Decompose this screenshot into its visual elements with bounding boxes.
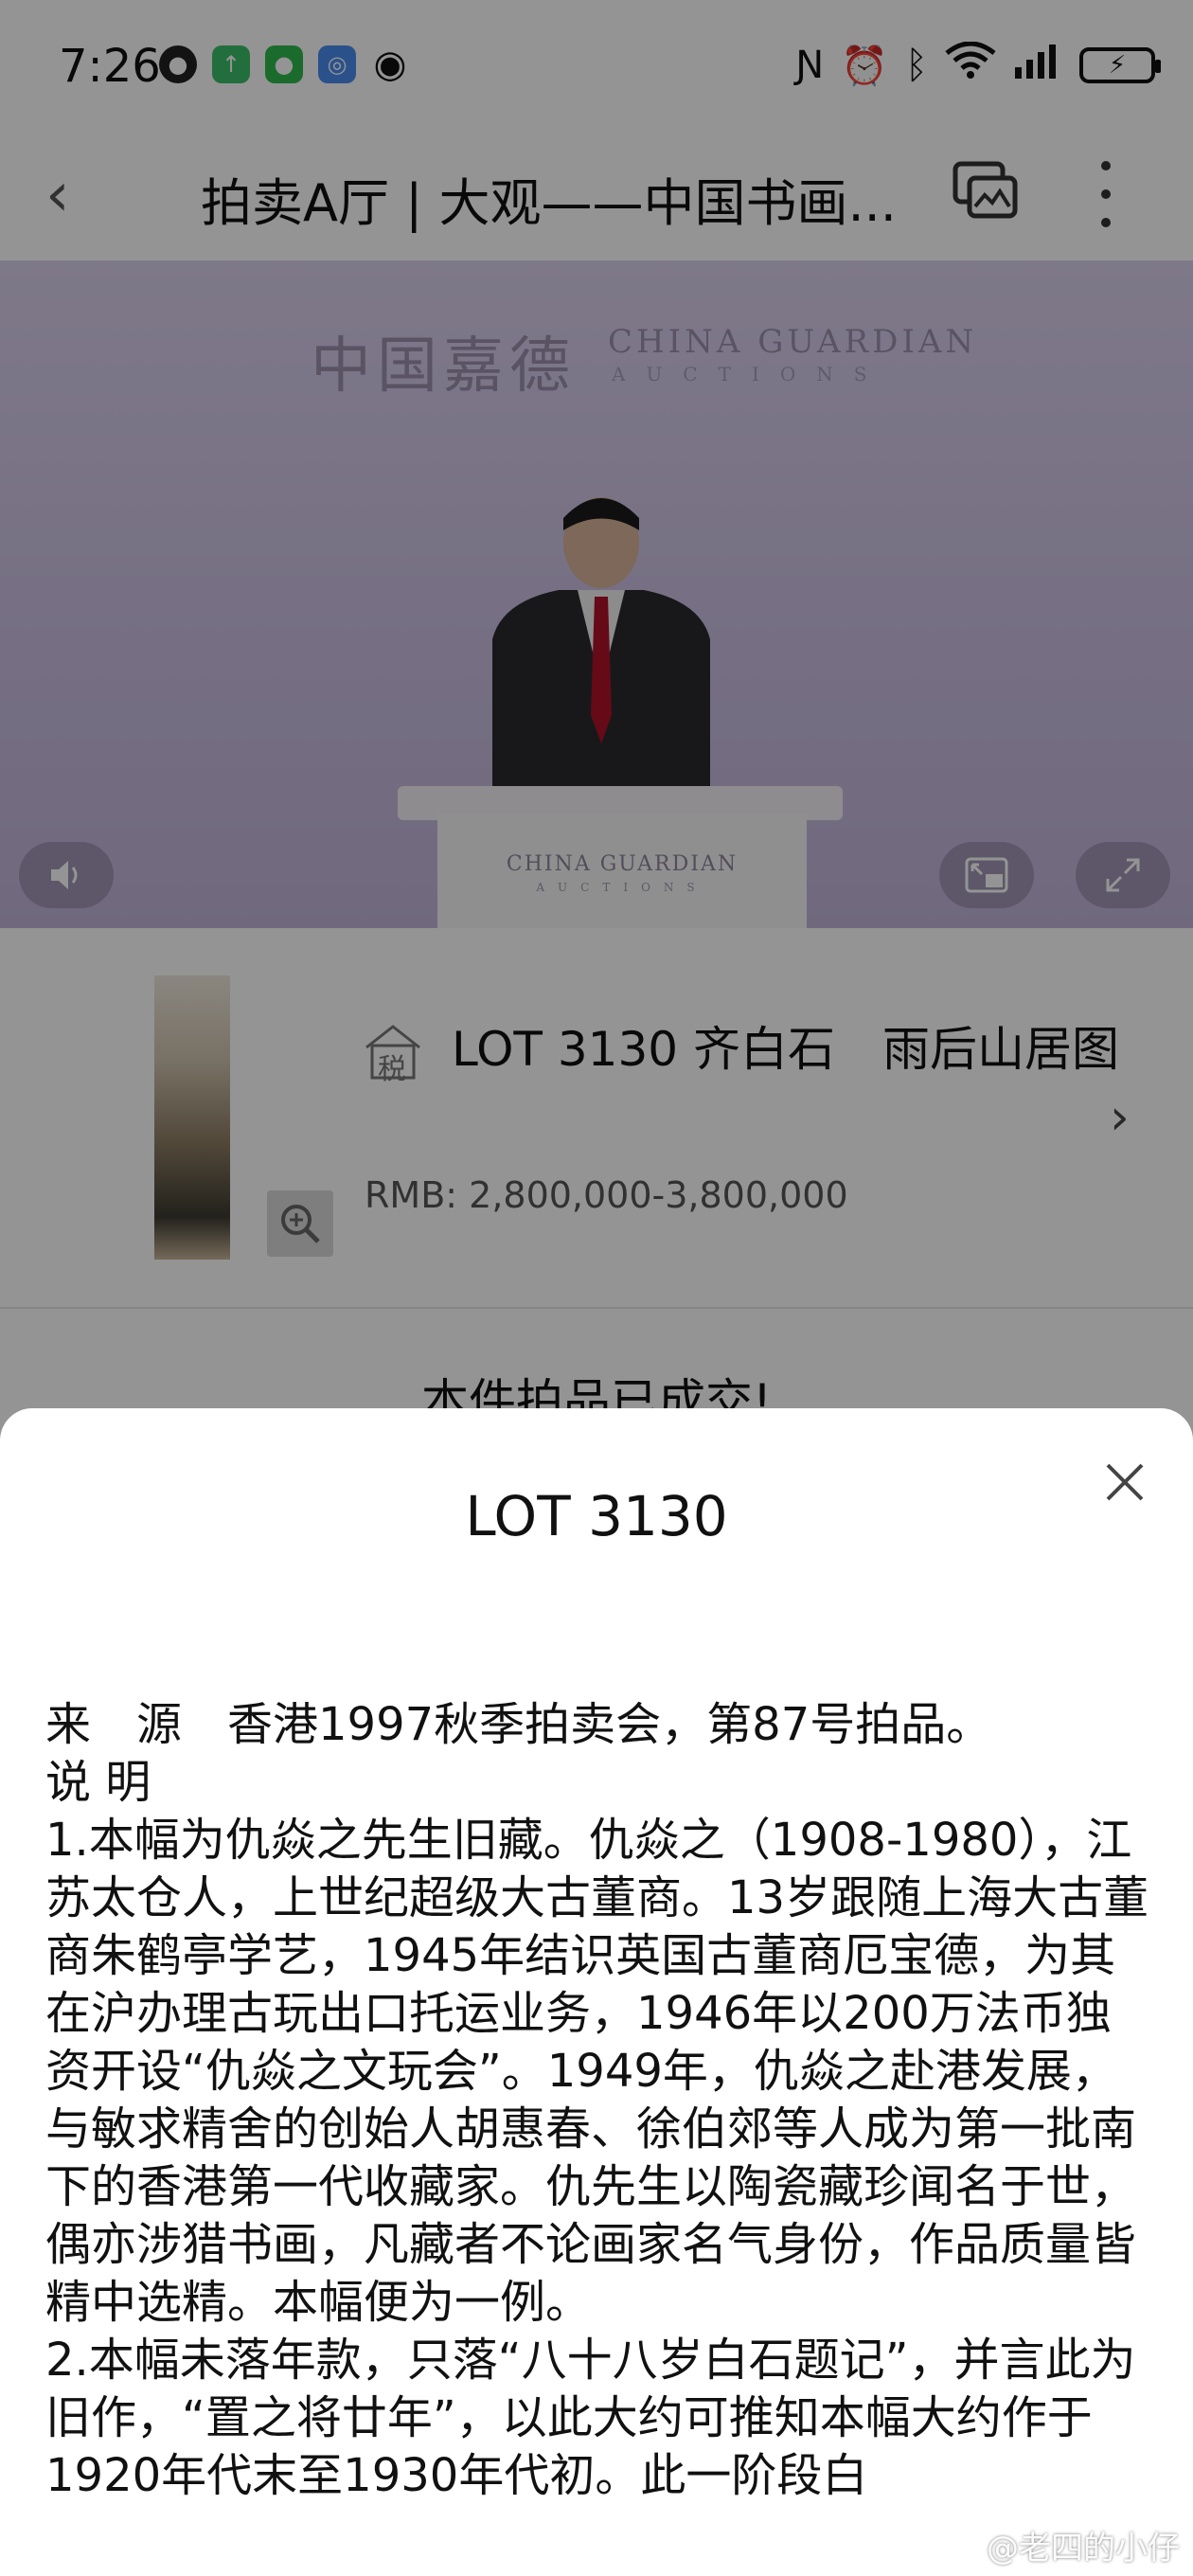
watermark: @老四的小仔 — [987, 2530, 1180, 2567]
notes-heading: 说 明 — [45, 1756, 151, 1809]
lot-detail-sheet: LOT 3130 来 源 香港1997秋季拍卖会，第87号拍品。 说 明 1.本… — [0, 1408, 1193, 2576]
lot-description: 来 源 香港1997秋季拍卖会，第87号拍品。 说 明 1.本幅为仇焱之先生旧藏… — [45, 1696, 1153, 2505]
provenance-line: 来 源 香港1997秋季拍卖会，第87号拍品。 — [45, 1698, 992, 1751]
notes-paragraph-1: 1.本幅为仇焱之先生旧藏。仇焱之（1908-1980），江苏太仓人，上世纪超级大… — [45, 1814, 1149, 2329]
sheet-title: LOT 3130 — [465, 1484, 728, 1548]
close-icon[interactable] — [1098, 1456, 1151, 1509]
notes-paragraph-2: 2.本幅未落年款，只落“八十八岁白石题记”，并言此为旧作，“置之将廿年”，以此大… — [45, 2334, 1136, 2502]
